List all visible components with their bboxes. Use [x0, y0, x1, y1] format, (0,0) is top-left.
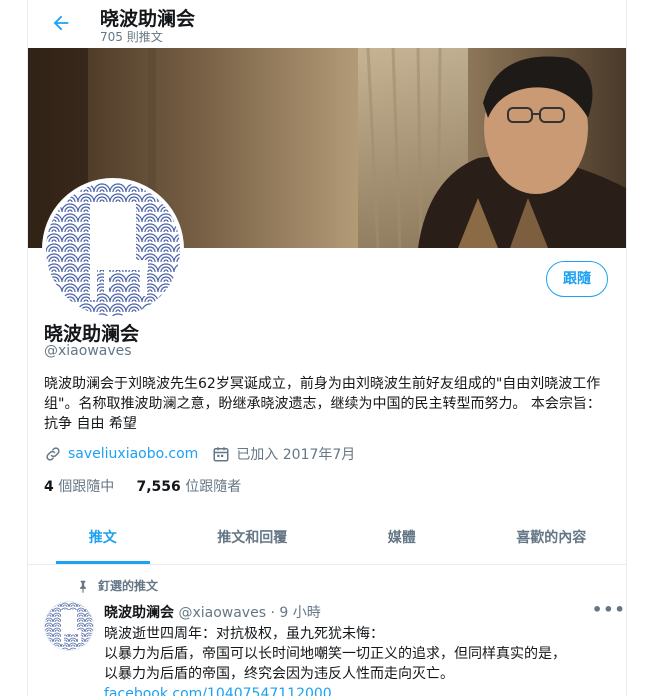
pin-icon [80, 580, 86, 593]
profile-meta: saveliuxiaobo.com 已加入 2017年7月 [44, 443, 355, 465]
profile-column: 晓波助澜会 705 則推文 跟隨 晓波助澜会 @xiaowaves 晓波助澜会于… [27, 0, 627, 696]
profile-bio: 晓波助澜会于刘晓波先生62岁冥诞成立，前身为由刘晓波生前好友组成的"自由刘晓波工… [44, 376, 601, 432]
calendar-icon [213, 447, 229, 462]
profile-handle: @xiaowaves [44, 343, 132, 359]
tweet-time[interactable]: · 9 小時 [270, 605, 320, 621]
tweet-avatar[interactable] [44, 601, 94, 651]
joined-date: 已加入 2017年7月 [236, 447, 356, 463]
tweet-body: 晓波逝世四周年：对抗极权，虽九死犹未悔： 以暴力为后盾，帝国可以长时间地嘲笑一切… [104, 624, 614, 696]
pinned-indicator: 釘選的推文 [76, 577, 158, 594]
tab-tweets[interactable]: 推文 [28, 520, 178, 564]
tab-tweets-replies[interactable]: 推文和回覆 [178, 520, 328, 564]
tweet-line: 以暴力为后盾，帝国可以长时间地嘲笑一切正义的追求，但同样真实的是， [104, 646, 566, 662]
followers-link[interactable]: 7,556 位跟隨者 [136, 479, 241, 495]
follow-button[interactable]: 跟隨 [546, 261, 608, 297]
profile-avatar[interactable] [42, 178, 184, 320]
tweet-author-handle[interactable]: @xiaowaves [178, 605, 266, 621]
link-icon [46, 447, 60, 461]
following-link[interactable]: 4 個跟隨中 [44, 479, 114, 495]
tab-media[interactable]: 媒體 [327, 520, 477, 564]
tweet-header: 晓波助澜会 @xiaowaves · 9 小時 [104, 602, 321, 622]
top-bar: 晓波助澜会 705 則推文 [28, 0, 626, 48]
profile-stats: 4 個跟隨中 7,556 位跟隨者 [44, 476, 241, 496]
more-options-icon[interactable]: ••• [592, 600, 626, 619]
tweet-line: 以暴力为后盾的帝国，终究会因为违反人性而走向灭亡。 [104, 666, 454, 682]
website-link[interactable]: saveliuxiaobo.com [68, 446, 198, 462]
tab-likes[interactable]: 喜歡的內容 [477, 520, 627, 564]
tweet-line: 晓波逝世四周年：对抗极权，虽九死犹未悔： [104, 626, 384, 642]
profile-tabs: 推文 推文和回覆 媒體 喜歡的內容 [28, 520, 626, 565]
page-title: 晓波助澜会 [100, 8, 196, 30]
profile-name: 晓波助澜会 [44, 323, 140, 345]
tweet-link[interactable]: facebook.com/10407547112000 [104, 684, 614, 696]
tweet-author-name[interactable]: 晓波助澜会 [104, 605, 174, 621]
tweet-count: 705 則推文 [100, 30, 163, 44]
pinned-label: 釘選的推文 [98, 579, 159, 593]
back-arrow-icon[interactable] [50, 12, 72, 34]
